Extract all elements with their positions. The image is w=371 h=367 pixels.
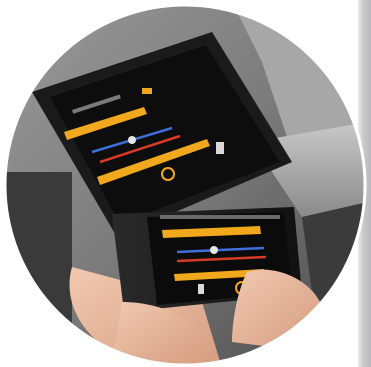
left-cabinet xyxy=(5,172,72,365)
phone-figure-icon xyxy=(198,284,204,294)
page xyxy=(0,0,371,367)
panel-tab-active xyxy=(142,88,152,94)
phone-top-menu xyxy=(160,215,280,219)
panel-figure-icon xyxy=(216,142,224,154)
photo-illustration xyxy=(3,3,367,367)
phone-slider-knob xyxy=(210,246,218,254)
panel-slider-knob xyxy=(128,136,136,144)
product-photo xyxy=(2,2,368,367)
